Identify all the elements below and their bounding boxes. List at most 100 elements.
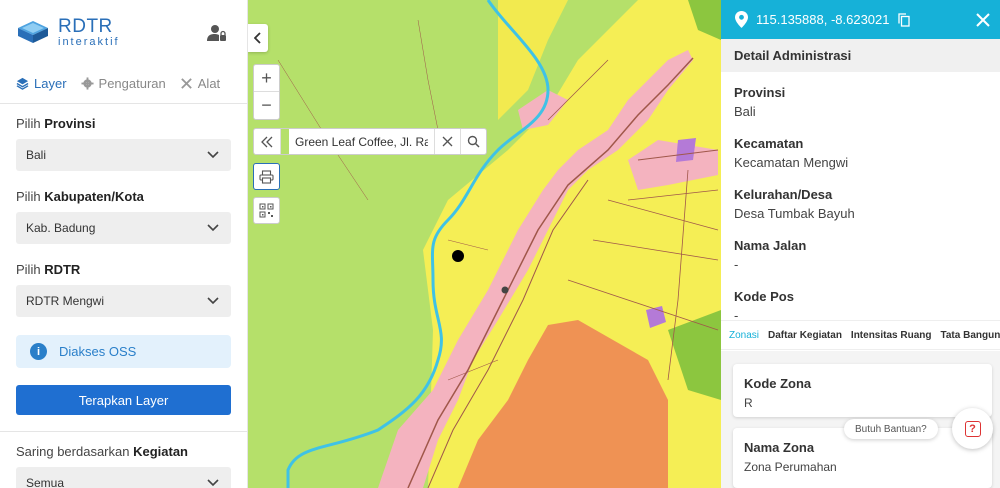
nama-zona-value: Zona Perumahan bbox=[744, 460, 837, 474]
map-search-box bbox=[253, 128, 487, 155]
nama-zona-key: Nama Zona bbox=[744, 440, 815, 455]
help-tooltip: Butuh Bantuan? bbox=[844, 419, 938, 439]
kabupaten-label: Pilih Kabupaten/Kota bbox=[16, 189, 231, 204]
rdtr-label: Pilih RDTR bbox=[16, 262, 231, 277]
detail-list: Provinsi Bali Kecamatan Kecamatan Mengwi… bbox=[721, 85, 1000, 323]
tab-layer-label: Layer bbox=[34, 76, 67, 91]
zoom-controls: + − bbox=[253, 64, 280, 120]
detail-item-kelurahan: Kelurahan/Desa Desa Tumbak Bayuh bbox=[734, 187, 987, 221]
detail-value: - bbox=[734, 257, 739, 272]
zone-tabs: Zonasi Daftar Kegiatan Intensitas Ruang … bbox=[721, 320, 1000, 350]
rdtr-logo-icon bbox=[18, 21, 48, 43]
kode-zona-card: Kode Zona R bbox=[733, 364, 992, 417]
detail-value: Kecamatan Mengwi bbox=[734, 155, 849, 170]
provinsi-select[interactable]: Bali bbox=[16, 139, 231, 171]
detail-item-provinsi: Provinsi Bali bbox=[734, 85, 987, 119]
qr-code-icon bbox=[259, 203, 274, 218]
tab-pengaturan[interactable]: Pengaturan bbox=[80, 64, 166, 104]
chevron-down-icon bbox=[207, 224, 219, 232]
location-pin-icon bbox=[735, 11, 748, 28]
oss-label: Diakses OSS bbox=[59, 344, 137, 359]
brand-subtitle: interaktif bbox=[58, 35, 120, 48]
sidebar-tabs: Layer Pengaturan Alat bbox=[0, 64, 247, 104]
info-icon: i bbox=[30, 343, 47, 360]
kode-zona-key: Kode Zona bbox=[744, 376, 812, 391]
brand-text: RDTR interaktif bbox=[58, 17, 120, 48]
detail-key: Nama Jalan bbox=[734, 238, 807, 253]
apply-layer-button[interactable]: Terapkan Layer bbox=[16, 385, 231, 415]
kegiatan-value: Semua bbox=[26, 476, 65, 488]
tab-alat-label: Alat bbox=[197, 76, 221, 91]
search-submit-button[interactable] bbox=[460, 129, 486, 154]
detail-key: Kecamatan bbox=[734, 136, 804, 151]
rdtr-label-bold: RDTR bbox=[44, 262, 81, 277]
collapse-sidebar-button[interactable] bbox=[248, 24, 268, 52]
search-gap bbox=[281, 129, 289, 154]
provinsi-label-prefix: Pilih bbox=[16, 116, 41, 131]
kabupaten-label-bold: Kabupaten/Kota bbox=[44, 189, 144, 204]
rdtr-select[interactable]: RDTR Mengwi bbox=[16, 285, 231, 317]
kegiatan-label: Saring berdasarkan Kegiatan bbox=[16, 444, 231, 459]
kabupaten-value: Kab. Badung bbox=[26, 221, 96, 235]
printer-icon bbox=[259, 169, 274, 184]
close-panel-button[interactable] bbox=[976, 12, 990, 27]
coordinate-bar: 115.135888, -8.623021 bbox=[721, 0, 1000, 39]
detail-key: Kode Pos bbox=[734, 289, 794, 304]
tab-pengaturan-label: Pengaturan bbox=[98, 76, 166, 91]
layer-form: Pilih Provinsi Bali Pilih Kabupaten/Kota… bbox=[0, 116, 247, 488]
rdtr-label-prefix: Pilih bbox=[16, 262, 41, 277]
sidebar: RDTR interaktif Layer Pengaturan Alat Pi… bbox=[0, 0, 248, 488]
poi-marker[interactable] bbox=[501, 286, 509, 294]
tab-layer[interactable]: Layer bbox=[16, 64, 67, 104]
kegiatan-label-prefix: Saring berdasarkan bbox=[16, 444, 130, 459]
zoom-out-button[interactable]: − bbox=[254, 92, 279, 119]
tab-intensitas-ruang[interactable]: Intensitas Ruang bbox=[851, 330, 932, 341]
help-button[interactable]: ? bbox=[952, 408, 993, 449]
help-icon: ? bbox=[964, 420, 981, 437]
qr-code-button[interactable] bbox=[253, 197, 280, 224]
user-lock-icon[interactable] bbox=[207, 24, 227, 42]
kegiatan-select[interactable]: Semua bbox=[16, 467, 231, 488]
print-button[interactable] bbox=[253, 163, 280, 190]
detail-item-kecamatan: Kecamatan Kecamatan Mengwi bbox=[734, 136, 987, 170]
brand-header: RDTR interaktif bbox=[0, 0, 247, 64]
tab-tata-bangunan[interactable]: Tata Bangunan bbox=[941, 330, 1000, 341]
tab-alat[interactable]: Alat bbox=[180, 64, 220, 104]
zoom-in-button[interactable]: + bbox=[254, 65, 279, 92]
detail-administrasi-heading: Detail Administrasi bbox=[721, 39, 1000, 72]
kabupaten-label-prefix: Pilih bbox=[16, 189, 41, 204]
chevron-down-icon bbox=[207, 479, 219, 487]
layers-icon bbox=[16, 77, 29, 90]
search-clear-button[interactable] bbox=[434, 129, 460, 154]
chevron-down-icon bbox=[207, 297, 219, 305]
detail-key: Kelurahan/Desa bbox=[734, 187, 833, 202]
search-expand-button[interactable] bbox=[254, 129, 281, 154]
kabupaten-select[interactable]: Kab. Badung bbox=[16, 212, 231, 244]
oss-notice[interactable]: i Diakses OSS bbox=[16, 335, 231, 368]
purple-zone bbox=[676, 138, 696, 162]
tools-icon bbox=[180, 78, 192, 89]
detail-item-nama-jalan: Nama Jalan - bbox=[734, 238, 987, 272]
detail-key: Provinsi bbox=[734, 85, 786, 100]
tab-zonasi[interactable]: Zonasi bbox=[729, 330, 759, 341]
map-search-input[interactable] bbox=[289, 129, 434, 154]
map-view[interactable]: + − bbox=[248, 0, 721, 488]
detail-value: Bali bbox=[734, 104, 756, 119]
selected-location-marker[interactable] bbox=[452, 250, 464, 262]
tab-daftar-kegiatan[interactable]: Daftar Kegiatan bbox=[768, 330, 842, 341]
chevron-down-icon bbox=[207, 151, 219, 159]
double-chevron-left-icon bbox=[261, 136, 273, 147]
provinsi-label: Pilih Provinsi bbox=[16, 116, 231, 131]
provinsi-label-bold: Provinsi bbox=[44, 116, 96, 131]
gear-icon bbox=[80, 77, 94, 90]
brand-title: RDTR bbox=[58, 15, 113, 37]
app-root: RDTR interaktif Layer Pengaturan Alat Pi… bbox=[0, 0, 1000, 488]
close-icon bbox=[442, 136, 453, 147]
detail-value: Desa Tumbak Bayuh bbox=[734, 206, 855, 221]
kegiatan-label-bold: Kegiatan bbox=[133, 444, 188, 459]
copy-icon[interactable] bbox=[897, 12, 910, 27]
zoning-map[interactable] bbox=[248, 0, 721, 488]
kode-zona-value: R bbox=[744, 396, 753, 410]
provinsi-value: Bali bbox=[26, 148, 47, 162]
detail-item-kode-pos: Kode Pos - bbox=[734, 289, 987, 323]
